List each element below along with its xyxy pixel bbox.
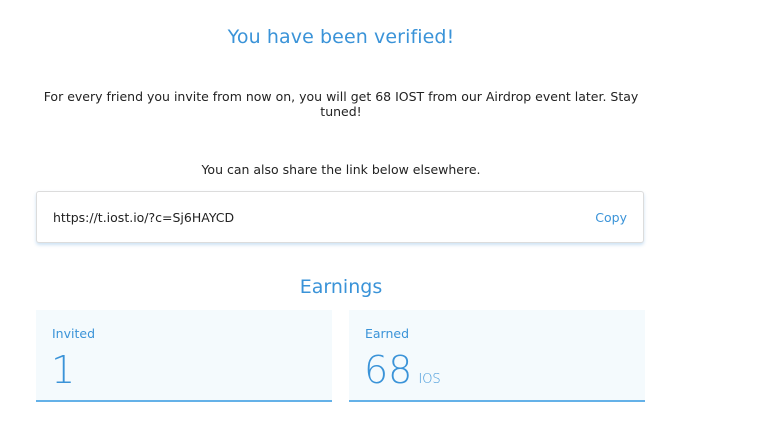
invited-value: 1 [51,348,75,392]
invited-card: Invited 1 [36,310,332,402]
verification-page: You have been verified! For every friend… [0,0,774,433]
earned-value: 68 IOS [364,348,441,402]
copy-link-button[interactable]: Copy [595,210,627,225]
earned-amount: 68 [364,348,413,392]
earnings-heading: Earnings [299,276,383,298]
page-title: You have been verified! [227,26,455,48]
referral-link-box: https://t.iost.io/?c=Sj6HAYCD Copy [36,191,644,243]
earned-label: Earned [365,326,410,341]
invited-label: Invited [52,326,96,341]
earned-card: Earned 68 IOS [349,310,645,402]
referral-link-text[interactable]: https://t.iost.io/?c=Sj6HAYCD [53,210,234,225]
invited-count: 1 [51,348,76,392]
invite-reward-message: For every friend you invite from now on,… [43,89,639,119]
share-link-note: You can also share the link below elsewh… [201,162,481,177]
earned-unit: IOS [418,372,441,387]
